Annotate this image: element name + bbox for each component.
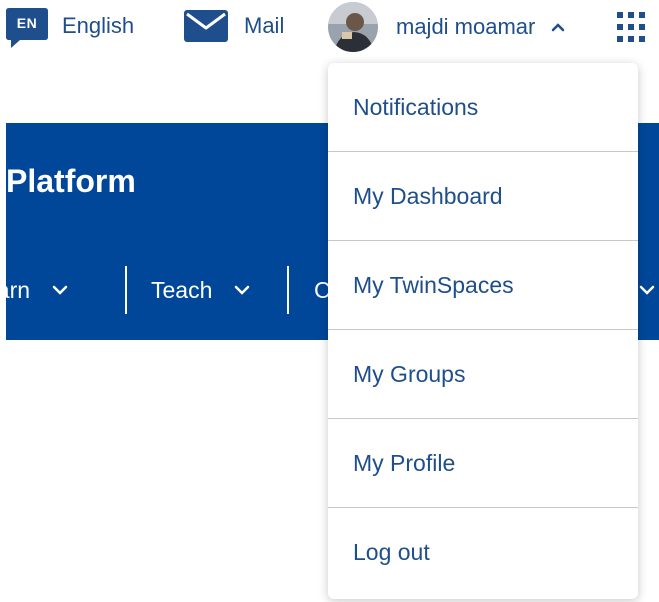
menu-item-label: Notifications [353, 93, 479, 120]
menu-item-notifications[interactable]: Notifications [328, 63, 638, 152]
mail-label: Mail [244, 13, 285, 38]
chevron-up-icon [552, 23, 565, 32]
platform-title: Platform [6, 163, 136, 199]
nav-item-teach[interactable]: Teach [151, 264, 250, 316]
menu-item-log-out[interactable]: Log out [328, 508, 638, 597]
chevron-down-icon[interactable] [639, 281, 655, 299]
menu-item-my-groups[interactable]: My Groups [328, 330, 638, 419]
menu-item-my-profile[interactable]: My Profile [328, 419, 638, 508]
chevron-down-icon [235, 285, 250, 295]
language-selector[interactable]: EN English [6, 8, 135, 48]
mail-link[interactable]: Mail [184, 10, 284, 42]
nav-divider [125, 266, 127, 314]
nav-item-label: Teach [151, 276, 213, 303]
user-dropdown-menu: Notifications My Dashboard My TwinSpaces… [328, 63, 638, 599]
envelope-icon [184, 10, 228, 42]
user-menu-toggle[interactable]: majdi moamar [328, 2, 565, 52]
menu-item-label: Log out [353, 539, 430, 565]
menu-item-my-dashboard[interactable]: My Dashboard [328, 152, 638, 241]
language-code: EN [16, 15, 38, 31]
top-bar: EN English Mail majdi moamar [0, 0, 659, 56]
speech-bubble-icon: EN [6, 8, 48, 48]
menu-item-label: My Profile [353, 449, 456, 476]
menu-item-label: My Groups [353, 360, 466, 387]
menu-item-label: My Dashboard [353, 182, 503, 209]
nav-item-learn[interactable]: earn [6, 264, 68, 316]
language-label: English [62, 13, 135, 38]
menu-item-my-twinspaces[interactable]: My TwinSpaces [328, 241, 638, 330]
user-name: majdi moamar [396, 14, 536, 39]
apps-menu-button[interactable] [617, 12, 645, 47]
nav-divider [287, 266, 289, 314]
avatar [328, 2, 378, 52]
menu-item-label: My TwinSpaces [353, 271, 514, 298]
grid-dots-icon [617, 12, 645, 42]
nav-item-label: earn [6, 276, 31, 303]
chevron-down-icon [52, 285, 68, 295]
